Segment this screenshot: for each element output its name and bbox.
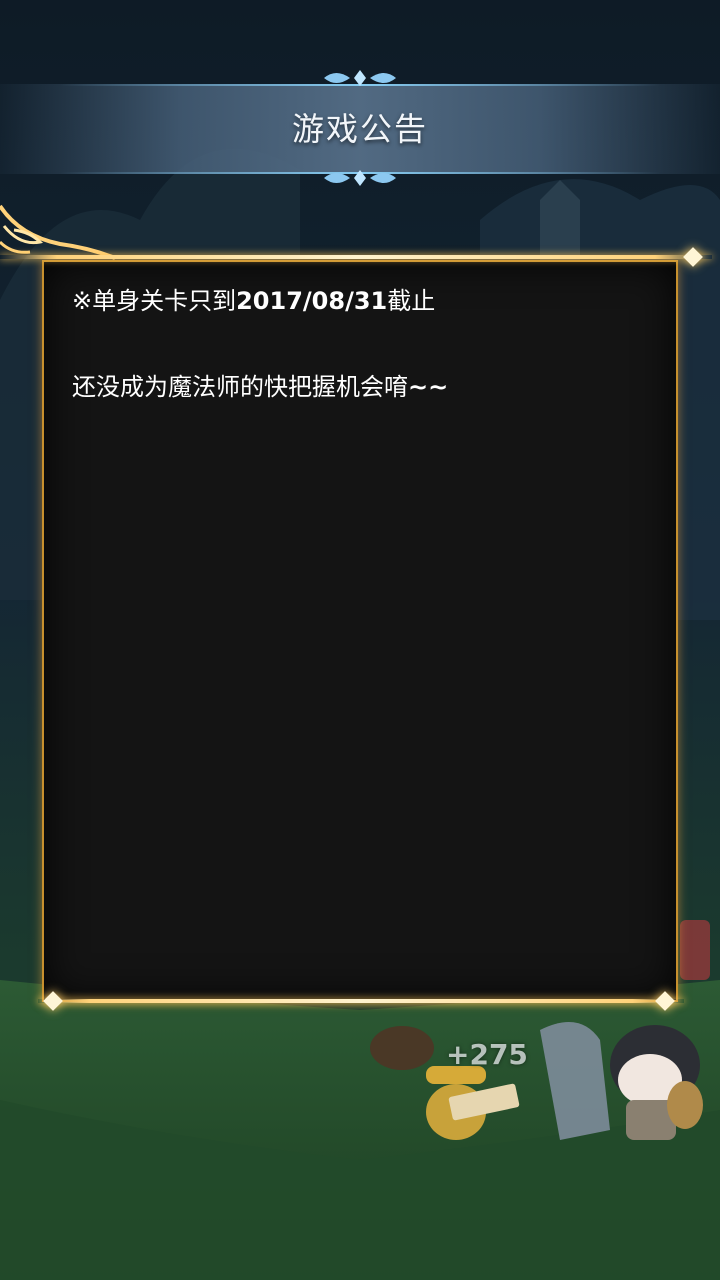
notice-text: ※单身关卡只到: [72, 287, 237, 315]
banner-bottom-ornament-icon: [324, 170, 396, 186]
dialog-title-banner: 游戏公告: [0, 84, 720, 174]
panel-corner-swirl-icon: [0, 204, 116, 260]
notice-line: 还没成为魔法师的快把握机会唷~~: [72, 370, 652, 404]
notice-panel[interactable]: ※单身关卡只到2017/08/31截止 还没成为魔法师的快把握机会唷~~: [42, 260, 678, 1002]
score-popup: +275: [446, 1038, 528, 1071]
notice-content: ※单身关卡只到2017/08/31截止 还没成为魔法师的快把握机会唷~~: [72, 284, 652, 404]
panel-top-rail: [0, 255, 712, 259]
notice-text: 还没成为魔法师的快把握机会唷: [72, 373, 408, 401]
banner-top-ornament-icon: [324, 70, 396, 86]
notice-date: 2017/08/31: [236, 287, 388, 315]
notice-tilde: ~~: [408, 373, 449, 401]
dialog-title: 游戏公告: [291, 110, 428, 148]
panel-bottom-rail: [38, 999, 684, 1003]
notice-line: ※单身关卡只到2017/08/31截止: [72, 284, 652, 318]
notice-text: 截止: [387, 287, 436, 315]
